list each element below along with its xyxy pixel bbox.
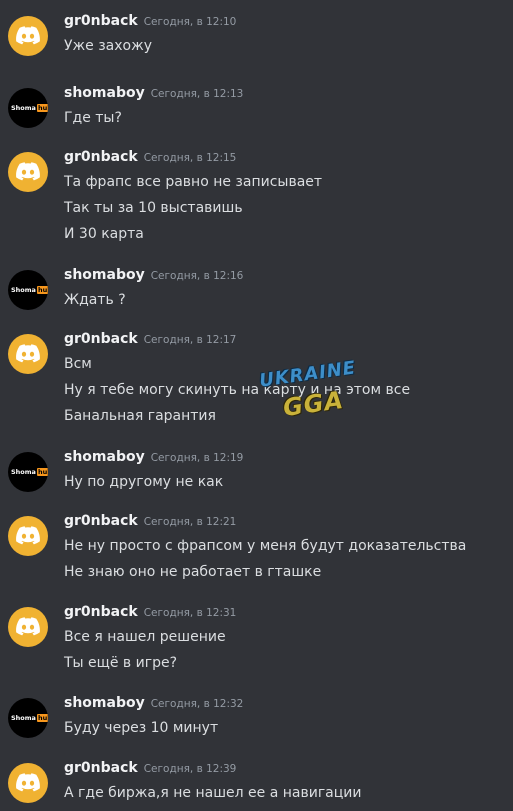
message-text: Ну по другому не как	[64, 474, 224, 490]
shomahub-logo: Shomahub	[11, 468, 48, 476]
shomahub-logo: Shomahub	[11, 286, 48, 294]
shomahub-logo: Shomahub	[11, 714, 48, 722]
timestamp[interactable]: Сегодня, в 12:15	[144, 152, 237, 164]
username[interactable]: shomaboy	[64, 267, 145, 283]
message-text: Буду через 10 минут	[64, 720, 219, 736]
logo-text-shoma: Shoma	[11, 286, 36, 294]
timestamp[interactable]: Сегодня, в 12:31	[144, 607, 237, 619]
message-header: gr0nback Сегодня, в 12:10	[64, 10, 236, 32]
logo-text-shoma: Shoma	[11, 714, 36, 722]
message-header: shomaboy Сегодня, в 12:19	[64, 446, 243, 468]
username[interactable]: shomaboy	[64, 695, 145, 711]
avatar[interactable]	[8, 763, 48, 803]
avatar[interactable]: Shomahub	[8, 270, 48, 310]
avatar[interactable]: Shomahub	[8, 88, 48, 128]
message-text: Ждать ?	[64, 292, 126, 308]
logo-text-shoma: Shoma	[11, 104, 36, 112]
avatar[interactable]	[8, 516, 48, 556]
discord-logo-icon	[16, 162, 40, 181]
timestamp[interactable]: Сегодня, в 12:16	[151, 270, 244, 282]
timestamp[interactable]: Сегодня, в 12:21	[144, 516, 237, 528]
watermark-logo: UKRAINE GGA	[255, 357, 365, 440]
logo-text-hub: hub	[36, 104, 48, 112]
username[interactable]: gr0nback	[64, 331, 138, 347]
message-text: Банальная гарантия	[64, 408, 216, 424]
message-text: Та фрапс все равно не записывает	[64, 174, 323, 190]
timestamp[interactable]: Сегодня, в 12:13	[151, 88, 244, 100]
message-text: Где ты?	[64, 110, 122, 126]
logo-text-hub: hub	[36, 714, 48, 722]
message-header: gr0nback Сегодня, в 12:17	[64, 328, 236, 350]
message-header: shomaboy Сегодня, в 12:32	[64, 692, 243, 714]
message-text: Все я нашел решение	[64, 629, 226, 645]
discord-logo-icon	[16, 773, 40, 792]
username[interactable]: gr0nback	[64, 149, 138, 165]
discord-logo-icon	[16, 617, 40, 636]
logo-text-hub: hub	[36, 468, 48, 476]
logo-text-shoma: Shoma	[11, 468, 36, 476]
shomahub-logo: Shomahub	[11, 104, 48, 112]
message-text: Уже захожу	[64, 38, 152, 54]
message-header: gr0nback Сегодня, в 12:21	[64, 510, 236, 532]
message-text: И 30 карта	[64, 226, 144, 242]
username[interactable]: gr0nback	[64, 760, 138, 776]
message-text: Не знаю оно не работает в гташке	[64, 564, 322, 580]
username[interactable]: gr0nback	[64, 604, 138, 620]
timestamp[interactable]: Сегодня, в 12:39	[144, 763, 237, 775]
timestamp[interactable]: Сегодня, в 12:10	[144, 16, 237, 28]
logo-text-hub: hub	[36, 286, 48, 294]
avatar[interactable]: Shomahub	[8, 452, 48, 492]
message-text: А где биржа,я не нашел ее а навигации	[64, 785, 362, 801]
message-text: Ну я тебе могу скинуть на карту и на это…	[64, 382, 411, 398]
avatar[interactable]	[8, 334, 48, 374]
avatar[interactable]	[8, 607, 48, 647]
timestamp[interactable]: Сегодня, в 12:32	[151, 698, 244, 710]
message-text: Так ты за 10 выставишь	[64, 200, 243, 216]
avatar[interactable]	[8, 152, 48, 192]
discord-logo-icon	[16, 26, 40, 45]
discord-logo-icon	[16, 344, 40, 363]
discord-logo-icon	[16, 526, 40, 545]
message-text: Ты ещё в игре?	[64, 655, 178, 671]
timestamp[interactable]: Сегодня, в 12:19	[151, 452, 244, 464]
username[interactable]: gr0nback	[64, 513, 138, 529]
message-text: Всм	[64, 356, 92, 372]
username[interactable]: gr0nback	[64, 13, 138, 29]
message-header: gr0nback Сегодня, в 12:39	[64, 757, 236, 779]
username[interactable]: shomaboy	[64, 85, 145, 101]
username[interactable]: shomaboy	[64, 449, 145, 465]
avatar[interactable]: Shomahub	[8, 698, 48, 738]
message-header: gr0nback Сегодня, в 12:31	[64, 601, 236, 623]
message-header: gr0nback Сегодня, в 12:15	[64, 146, 236, 168]
message-header: shomaboy Сегодня, в 12:13	[64, 82, 243, 104]
avatar[interactable]	[8, 16, 48, 56]
message-header: shomaboy Сегодня, в 12:16	[64, 264, 243, 286]
timestamp[interactable]: Сегодня, в 12:17	[144, 334, 237, 346]
message-text: Не ну просто с фрапсом у меня будут дока…	[64, 538, 467, 554]
